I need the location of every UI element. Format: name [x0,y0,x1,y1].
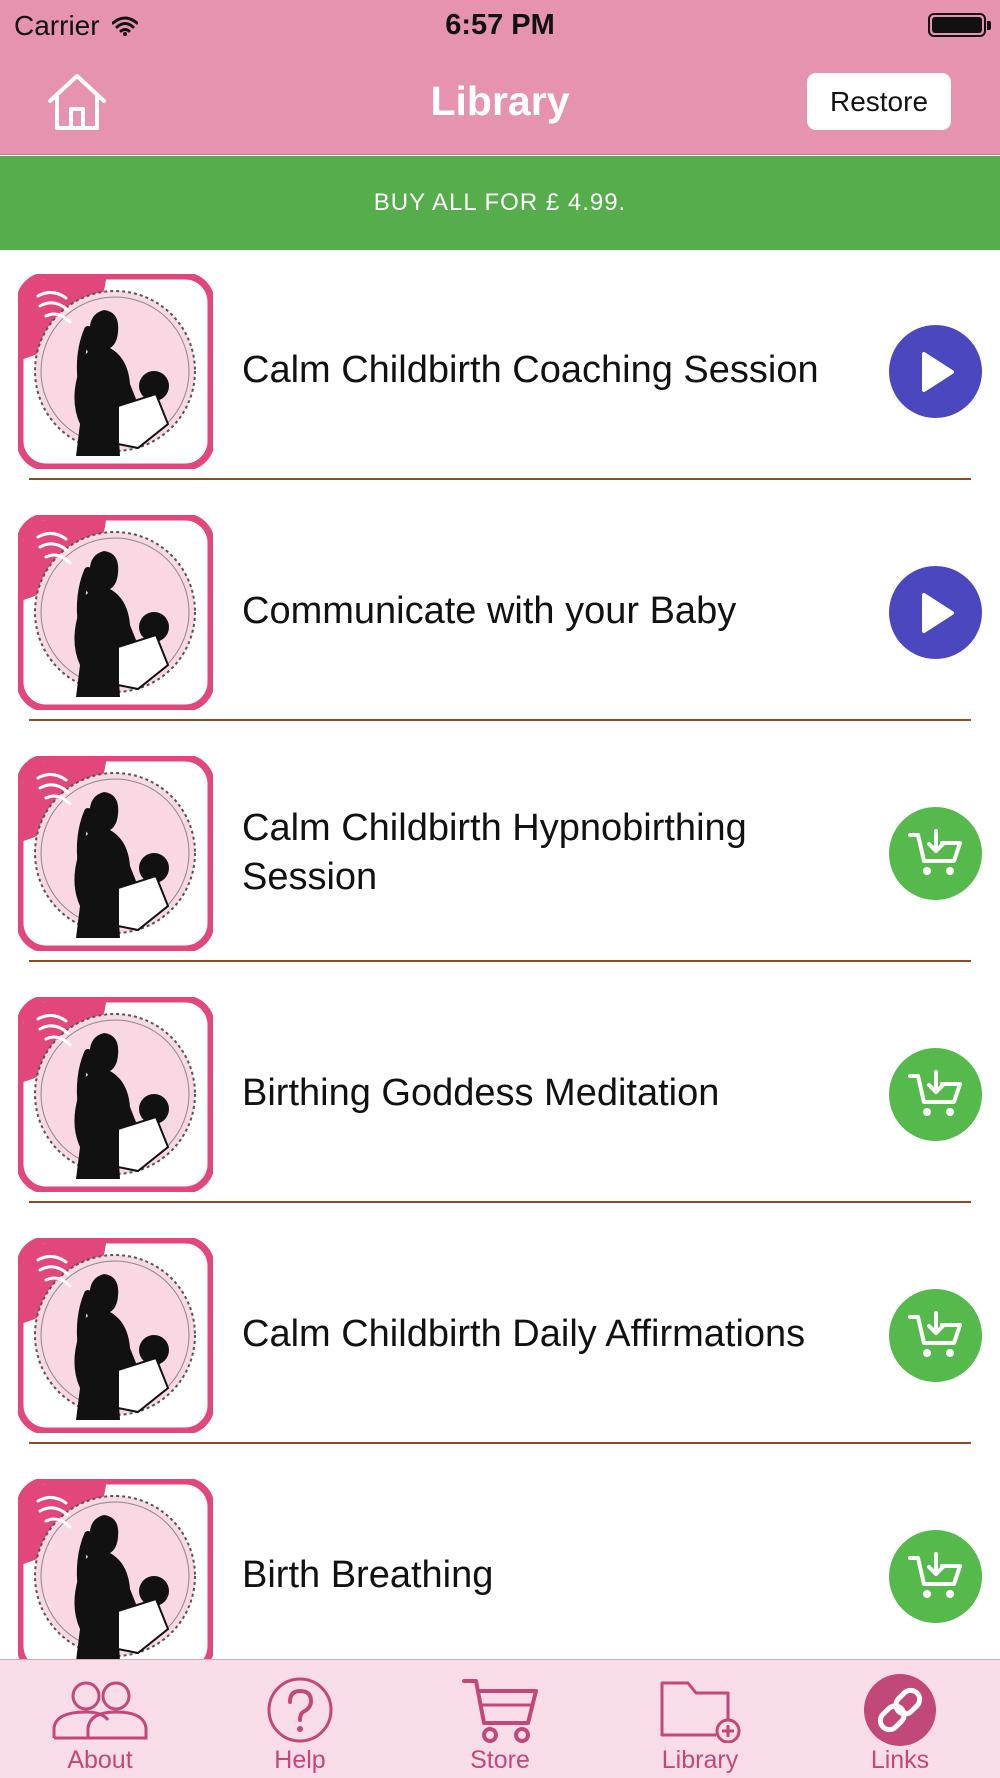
row-divider [29,478,971,480]
status-bar: Carrier 6:57 PM [0,0,1000,50]
cart-download-icon [907,1551,962,1598]
buy-button[interactable] [889,1289,982,1382]
play-button[interactable] [889,566,982,659]
question-icon [250,1674,350,1746]
item-thumbnail [16,1477,215,1659]
tab-links[interactable]: Links [800,1660,1000,1778]
cart-icon [450,1674,550,1746]
status-time: 6:57 PM [445,9,555,41]
tab-label: Links [870,1746,930,1774]
item-title: Calm Childbirth Coaching Session [242,349,819,392]
cart-download-icon [907,1069,962,1116]
item-thumbnail [16,1236,215,1435]
item-title: Communicate with your Baby [242,590,737,633]
tab-label: Help [274,1746,326,1774]
tab-label: Store [470,1746,530,1774]
restore-button[interactable]: Restore [807,73,951,130]
tab-label: About [67,1746,133,1774]
list-item[interactable]: Birth Breathing [0,1455,1000,1659]
list-item[interactable]: Communicate with your Baby [0,491,1000,732]
list-item[interactable]: Calm Childbirth Daily Affirmations [0,1214,1000,1455]
tab-help[interactable]: Help [200,1660,400,1778]
tab-about[interactable]: About [0,1660,200,1778]
list-item[interactable]: Birthing Goddess Meditation [0,973,1000,1214]
library-list: Calm Childbirth Coaching Session Communi… [0,250,1000,1659]
tab-bar: About Help Store Library Links [0,1659,1000,1778]
item-title: Calm Childbirth Daily Affirmations [242,1313,806,1356]
row-divider [29,960,971,962]
link-icon [850,1674,950,1746]
play-icon [921,351,954,392]
battery-icon [928,13,991,37]
item-thumbnail [16,995,215,1194]
buy-button[interactable] [889,807,982,900]
item-thumbnail [16,754,215,953]
row-divider [29,1442,971,1444]
cart-download-icon [907,1310,962,1357]
buy-all-banner[interactable]: BUY ALL FOR £ 4.99. [0,156,1000,250]
tab-store[interactable]: Store [400,1660,600,1778]
item-title: Calm Childbirth Hypnobirthing Session [242,806,747,898]
list-item[interactable]: Calm Childbirth Coaching Session [0,250,1000,491]
row-divider [29,719,971,721]
buy-button[interactable] [889,1048,982,1141]
buy-button[interactable] [889,1530,982,1623]
folder-add-icon [650,1674,750,1746]
play-icon [921,592,954,633]
item-thumbnail [16,272,215,471]
tab-library[interactable]: Library [600,1660,800,1778]
item-thumbnail [16,513,215,712]
play-button[interactable] [889,325,982,418]
navigation-bar: Carrier 6:57 PM Library Restore [0,0,1000,155]
item-title: Birthing Goddess Meditation [242,1072,720,1115]
tab-label: Library [661,1746,739,1774]
cart-download-icon [907,828,962,875]
list-item[interactable]: Calm Childbirth Hypnobirthing Session [0,732,1000,973]
row-divider [29,1201,971,1203]
people-icon [50,1674,150,1746]
item-title: Birth Breathing [242,1554,494,1597]
